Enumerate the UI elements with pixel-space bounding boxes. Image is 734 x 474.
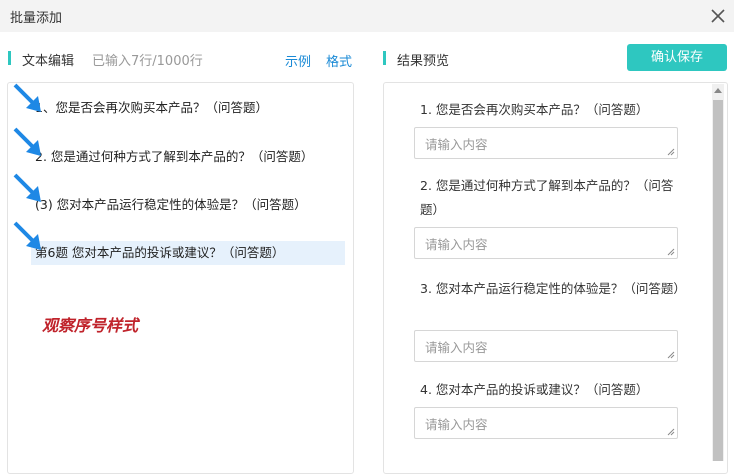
answer-placeholder: 请输入内容 xyxy=(425,417,488,432)
annotation-note: 观察序号样式 xyxy=(42,316,139,335)
arrow-icon xyxy=(13,83,41,112)
preview-scrollbar[interactable] xyxy=(712,84,724,461)
dialog-titlebar: 批量添加 xyxy=(0,0,734,32)
editor-label: 文本编辑 xyxy=(22,54,75,69)
answer-input[interactable]: 请输入内容 xyxy=(414,407,678,439)
example-link[interactable]: 示例 xyxy=(285,51,311,70)
question-text: 2. 您是通过何种方式了解到本产品的？（问答题） xyxy=(420,178,674,217)
editor-section-marker xyxy=(8,51,11,65)
scrollbar-thumb[interactable] xyxy=(713,100,723,461)
text-editor[interactable] xyxy=(7,82,354,474)
answer-placeholder: 请输入内容 xyxy=(425,237,488,252)
resize-handle-icon[interactable] xyxy=(667,351,675,359)
dialog-title: 批量添加 xyxy=(10,11,63,26)
resize-handle-icon[interactable] xyxy=(667,148,675,156)
arrow-icon xyxy=(13,127,41,156)
answer-input[interactable]: 请输入内容 xyxy=(414,330,678,362)
scroll-up-icon[interactable] xyxy=(714,88,722,93)
resize-handle-icon[interactable] xyxy=(667,248,675,256)
question-text: 3. 您对本产品运行稳定性的体验是？（问答题） xyxy=(420,281,686,296)
arrow-icon xyxy=(13,173,41,202)
preview-section-marker xyxy=(383,51,386,65)
format-link[interactable]: 格式 xyxy=(326,51,352,70)
preview-label: 结果预览 xyxy=(397,54,450,69)
resize-handle-icon[interactable] xyxy=(667,428,675,436)
editor-line[interactable]: 2. 您是通过何种方式了解到本产品的？（问答题） xyxy=(35,145,313,169)
question-text: 1. 您是否会再次购买本产品？（问答题） xyxy=(420,102,649,117)
question-text: 4. 您对本产品的投诉或建议？（问答题） xyxy=(420,382,649,397)
editor-line-active[interactable]: 第6题 您对本产品的投诉或建议？（问答题） xyxy=(31,241,345,265)
editor-line[interactable]: 1、您是否会再次购买本产品？（问答题） xyxy=(35,96,268,120)
answer-input[interactable]: 请输入内容 xyxy=(414,227,678,259)
answer-input[interactable]: 请输入内容 xyxy=(414,127,678,159)
arrow-icon xyxy=(13,221,41,250)
editor-line[interactable]: (3) 您对本产品运行稳定性的体验是？（问答题） xyxy=(35,193,307,217)
close-icon[interactable] xyxy=(706,4,730,28)
answer-placeholder: 请输入内容 xyxy=(425,340,488,355)
answer-placeholder: 请输入内容 xyxy=(425,137,488,152)
line-count: 已输入7行/1000行 xyxy=(92,54,203,69)
confirm-save-button[interactable]: 确认保存 xyxy=(627,44,727,71)
